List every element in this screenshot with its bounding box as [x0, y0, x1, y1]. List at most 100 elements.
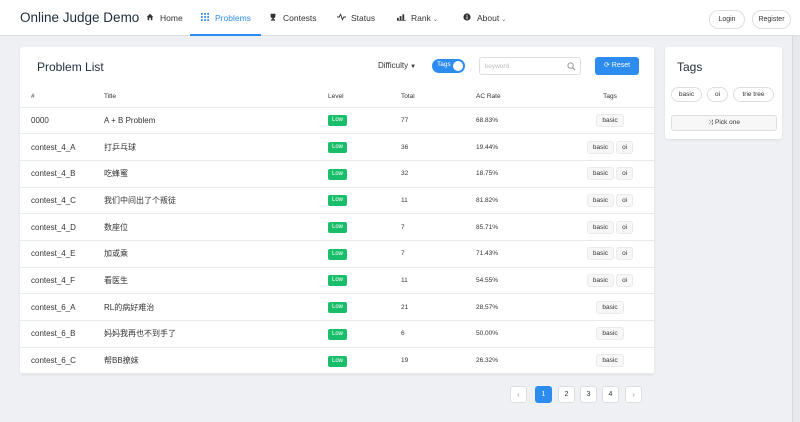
nav-contests[interactable]: Contests: [268, 0, 317, 36]
nav-problems-label: Problems: [215, 13, 251, 23]
bar-chart-icon: [396, 1, 406, 37]
nav-problems[interactable]: Problems: [190, 0, 261, 36]
problem-tag[interactable]: oi: [616, 220, 634, 234]
register-button[interactable]: Register: [752, 10, 791, 29]
pick-one-button[interactable]: ⤨ Pick one: [671, 115, 777, 131]
problem-id: contest_4_B: [20, 160, 104, 188]
problem-title[interactable]: 数座位: [104, 213, 328, 241]
problem-tag[interactable]: oi: [616, 167, 634, 181]
problem-title[interactable]: 看医生: [104, 267, 328, 295]
nav-about[interactable]: About ⌄: [462, 0, 506, 36]
column-header: Total: [401, 87, 476, 108]
table-row[interactable]: contest_6_C 帮BB撩妹 Low 19 26.32% basic: [20, 347, 654, 375]
problem-tag[interactable]: oi: [616, 140, 634, 154]
scrollbar-track[interactable]: [792, 36, 800, 422]
login-button[interactable]: Login: [709, 10, 745, 29]
problem-tag[interactable]: basic: [596, 354, 624, 368]
problem-title[interactable]: RL的病好难治: [104, 293, 328, 321]
problem-table: # Title Level Total AC Rate Tags 0000 A +…: [20, 87, 654, 375]
reset-button[interactable]: ⟳ Reset: [595, 57, 639, 75]
page-button-1[interactable]: 1: [535, 386, 552, 403]
problem-id: contest_6_B: [20, 320, 104, 348]
search-input[interactable]: [485, 61, 565, 72]
level-cell: Low: [328, 133, 401, 161]
tags-cell: basic: [566, 347, 654, 375]
pulse-icon: [336, 1, 346, 37]
ac-rate: 19.44%: [476, 133, 566, 161]
page-button-3[interactable]: 3: [580, 386, 597, 403]
table-row[interactable]: contest_4_D 数座位 Low 7 85.71% basic oi: [20, 213, 654, 241]
level-cell: Low: [328, 347, 401, 375]
table-row[interactable]: contest_4_C 我们中间出了个叛徒 Low 11 81.82% basic oi: [20, 187, 654, 215]
level-badge: Low: [328, 275, 348, 287]
caret-down-icon: ▼: [410, 64, 417, 70]
column-header: AC Rate: [476, 87, 566, 108]
problem-title[interactable]: A + B Problem: [104, 107, 328, 135]
problem-tag[interactable]: oi: [616, 193, 634, 207]
problem-title[interactable]: 打乒乓球: [104, 133, 328, 161]
problem-tag[interactable]: basic: [586, 140, 615, 154]
table-row[interactable]: contest_4_A 打乒乓球 Low 36 19.44% basic oi: [20, 133, 654, 161]
total-count: 32: [401, 160, 476, 188]
ac-rate: 71.43%: [476, 240, 566, 268]
problem-tag[interactable]: oi: [616, 247, 634, 261]
problem-tag[interactable]: basic: [596, 300, 624, 314]
table-row[interactable]: contest_4_E 加或乘 Low 7 71.43% basic oi: [20, 240, 654, 268]
table-row[interactable]: contest_4_B 吃蜂蜜 Low 32 18.75% basic oi: [20, 160, 654, 188]
chevron-down-icon: ⌄: [501, 17, 507, 23]
tag-oi[interactable]: oi: [707, 87, 728, 102]
nav-status[interactable]: Status: [336, 0, 375, 36]
problem-title[interactable]: 我们中间出了个叛徒: [104, 187, 328, 215]
problem-id: contest_4_C: [20, 187, 104, 215]
ac-rate: 50.00%: [476, 320, 566, 348]
next-page-button[interactable]: ›: [625, 386, 642, 403]
problem-tag[interactable]: basic: [586, 273, 615, 287]
ac-rate: 28.57%: [476, 293, 566, 321]
problem-tag[interactable]: basic: [586, 220, 615, 234]
table-row[interactable]: 0000 A + B Problem Low 77 68.83% basic: [20, 107, 654, 135]
info-icon: [462, 1, 472, 37]
problem-tag[interactable]: basic: [596, 113, 624, 127]
problem-tag[interactable]: oi: [616, 273, 634, 287]
problem-title[interactable]: 加或乘: [104, 240, 328, 268]
nav-rank[interactable]: Rank ⌄: [396, 0, 438, 36]
tags-cell: basic oi: [566, 187, 654, 215]
level-cell: Low: [328, 160, 401, 188]
total-count: 7: [401, 213, 476, 241]
problem-title[interactable]: 帮BB撩妹: [104, 347, 328, 375]
tags-toggle[interactable]: Tags: [432, 59, 465, 73]
total-count: 7: [401, 240, 476, 268]
table-row[interactable]: contest_4_F 看医生 Low 11 54.55% basic oi: [20, 267, 654, 295]
nav-home-label: Home: [160, 13, 183, 23]
tag-basic[interactable]: basic: [671, 87, 702, 102]
table-row[interactable]: contest_6_A RL的病好难治 Low 21 28.57% basic: [20, 293, 654, 321]
level-badge: Low: [328, 168, 348, 180]
problem-list-panel: Problem List Difficulty▼ Tags ⟳ Reset # …: [20, 47, 654, 375]
problem-title[interactable]: 吃蜂蜜: [104, 160, 328, 188]
level-badge: Low: [328, 115, 348, 127]
ac-rate: 18.75%: [476, 160, 566, 188]
problem-tag[interactable]: basic: [586, 193, 615, 207]
nav-home[interactable]: Home: [145, 0, 183, 36]
trophy-icon: [268, 1, 278, 37]
tags-panel-title: Tags: [677, 60, 703, 74]
shuffle-icon: ⤨: [708, 119, 714, 126]
page-button-4[interactable]: 4: [602, 386, 619, 403]
problem-tag[interactable]: basic: [586, 247, 615, 261]
problem-tag[interactable]: basic: [586, 167, 615, 181]
search-icon[interactable]: [567, 62, 576, 71]
difficulty-dropdown[interactable]: Difficulty ▼: [378, 61, 416, 70]
tag-trie-tree[interactable]: trie tree: [733, 87, 774, 102]
prev-page-button[interactable]: ‹: [510, 386, 527, 403]
refresh-icon: ⟳: [603, 62, 610, 69]
problem-title[interactable]: 妈妈我再也不到手了: [104, 320, 328, 348]
ac-rate: 85.71%: [476, 213, 566, 241]
brand-title[interactable]: Online Judge Demo: [20, 10, 139, 25]
total-count: 77: [401, 107, 476, 135]
page-button-2[interactable]: 2: [558, 386, 575, 403]
level-badge: Low: [328, 195, 348, 207]
total-count: 19: [401, 347, 476, 375]
level-badge: Low: [328, 302, 348, 314]
table-row[interactable]: contest_6_B 妈妈我再也不到手了 Low 6 50.00% basic: [20, 320, 654, 348]
problem-tag[interactable]: basic: [596, 327, 624, 341]
